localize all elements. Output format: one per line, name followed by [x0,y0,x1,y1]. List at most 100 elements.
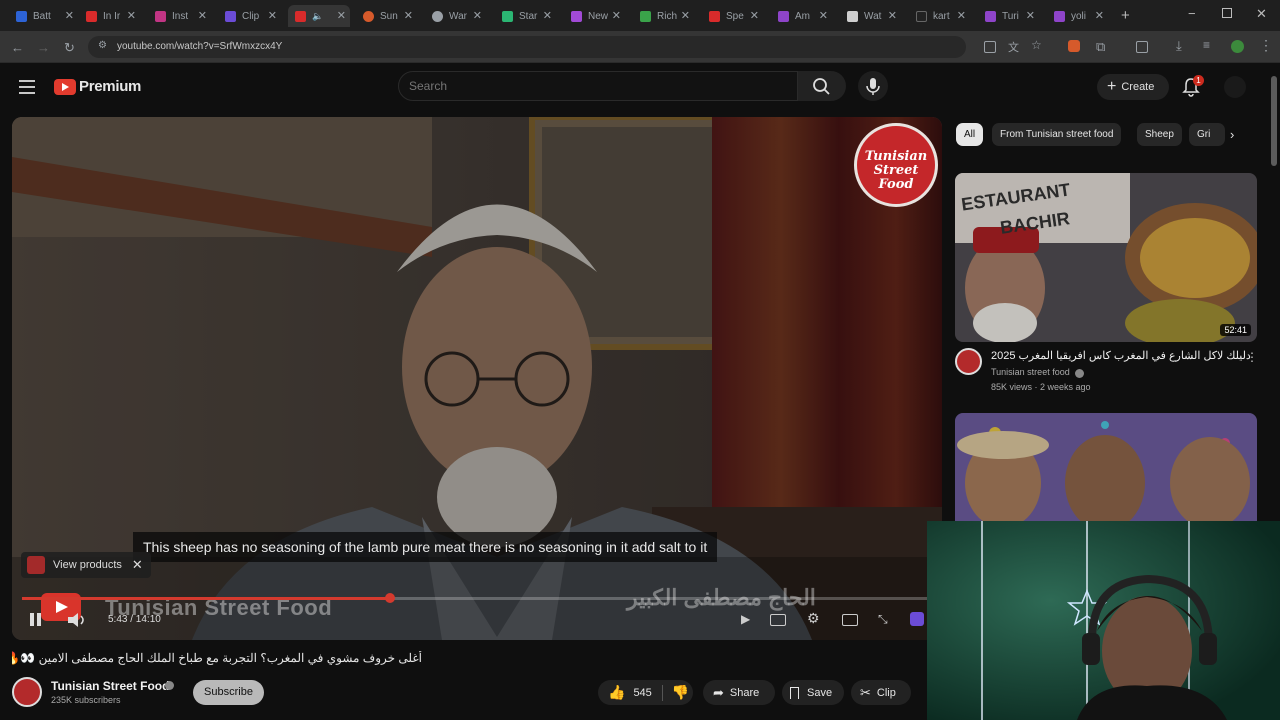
address-bar[interactable]: ⚙ youtube.com/watch?v=SrfWmxzcx4Y 文 ☆ [88,36,1042,58]
tab-close-icon[interactable]: ✕ [819,9,828,22]
search-icon [813,78,830,95]
progress-bar[interactable] [22,593,932,603]
browser-tab-4[interactable]: Clip ✕ [225,5,277,27]
verified-badge-icon [165,681,174,690]
browser-tab-7[interactable]: War ✕ [432,5,482,27]
tab-close-icon[interactable]: ✕ [198,9,207,22]
save-button[interactable]: Save [782,680,844,705]
browser-tab-16[interactable]: yoli ✕ [1054,5,1104,27]
tab-close-icon[interactable]: ✕ [337,9,346,22]
browser-tab-8[interactable]: Star ✕ [502,5,552,27]
browser-tab-2[interactable]: In Ir ✕ [86,5,136,27]
bookmark-star-icon[interactable]: ☆ [1031,38,1042,52]
browser-tab-3[interactable]: Inst ✕ [155,5,207,27]
reload-icon[interactable]: ↻ [64,40,75,56]
new-tab-icon[interactable]: + [1121,7,1130,24]
pause-icon[interactable] [28,612,44,628]
volume-icon[interactable] [66,612,88,628]
tab-close-icon[interactable]: ✕ [543,9,552,22]
dislike-icon[interactable]: 👎 [672,684,689,701]
extension-icon[interactable] [1068,40,1080,52]
tab-close-icon[interactable]: ✕ [612,9,621,22]
download-icon[interactable]: ⤓ [1176,38,1182,54]
view-products-button[interactable]: View products ✕ [21,552,151,578]
media-control-icon[interactable]: ≡ [1203,38,1210,52]
browser-tab-12[interactable]: Am ✕ [778,5,828,27]
clip-button[interactable]: ✂ Clip [851,680,911,705]
chip-grill[interactable]: Gri [1189,123,1225,146]
recommendation-title[interactable]: دليلك لاكل الشارع في المغرب كاس افريقيا … [991,349,1251,362]
autoplay-toggle-icon[interactable]: ▶ [741,612,750,626]
tab-close-icon[interactable]: ✕ [1095,9,1104,22]
chip-from-channel[interactable]: From Tunisian street food [992,123,1122,146]
extensions-puzzle-icon[interactable]: ⧉ [1096,39,1105,55]
tab-close-icon[interactable]: ✕ [268,9,277,22]
recommendation-channel-name[interactable]: Tunisian street food [991,367,1070,377]
sidebar-panel-icon[interactable] [1136,41,1148,53]
extension-overlay-icon[interactable] [910,612,924,626]
video-player[interactable]: Tunisian Street Food This sheep has no s… [12,117,942,640]
recommendation-thumbnail-1[interactable]: ESTAURANT BACHIR 52:41 [955,173,1257,342]
browser-tab-11[interactable]: Spe ✕ [709,5,759,27]
share-button[interactable]: ➦ Share [703,680,775,705]
tab-close-icon[interactable]: ✕ [1026,9,1035,22]
search-input[interactable] [409,79,779,93]
minimize-icon[interactable]: − [1188,6,1196,21]
tab-favicon-icon [709,10,720,22]
tab-close-icon[interactable]: ✕ [957,9,966,22]
create-button[interactable]: + Create [1097,74,1169,100]
voice-search-button[interactable] [858,71,888,101]
browser-tab-13[interactable]: Wat ✕ [847,5,897,27]
back-arrow-icon[interactable]: ← [11,40,24,55]
channel-name[interactable]: Tunisian Street Food [51,679,169,693]
install-app-icon[interactable] [984,41,996,53]
forward-arrow-icon[interactable]: → [37,40,50,55]
translate-icon[interactable]: 文 [1008,39,1019,55]
chip-all[interactable]: All [956,123,984,146]
browser-tab-active[interactable]: 🔈 ✕ [288,5,350,27]
subscribe-button[interactable]: Subscribe [193,680,264,705]
plus-icon: + [1107,78,1117,95]
browser-tab-9[interactable]: New ✕ [571,5,621,27]
channel-avatar[interactable] [12,677,42,707]
close-icon[interactable]: ✕ [132,557,143,573]
hamburger-menu-icon[interactable] [19,80,35,94]
recommendation-thumbnail-2[interactable] [955,413,1257,521]
browser-tab-14[interactable]: kart ✕ [916,5,966,27]
tab-close-icon[interactable]: ✕ [65,9,74,22]
youtube-logo[interactable]: Premium [54,78,141,95]
browser-toolbar: ← → ↻ ⚙ youtube.com/watch?v=SrfWmxzcx4Y … [0,31,1280,63]
browser-tab-15[interactable]: Turi ✕ [985,5,1035,27]
site-info-icon[interactable]: ⚙ [98,40,107,51]
recommendation-channel-avatar[interactable] [955,348,982,375]
window-close-icon[interactable]: ✕ [1256,6,1267,22]
chevron-right-icon[interactable]: › [1230,127,1234,142]
tab-close-icon[interactable]: ✕ [750,9,759,22]
tab-favicon-icon [916,10,927,22]
maximize-icon[interactable] [1222,8,1232,18]
profile-avatar-icon[interactable] [1231,40,1244,53]
tab-close-icon[interactable]: ✕ [888,9,897,22]
tab-close-icon[interactable]: ✕ [473,9,482,22]
browser-tab-10[interactable]: Rich ✕ [640,5,690,27]
url-text: youtube.com/watch?v=SrfWmxzcx4Y [117,41,283,52]
thumbnail-image [955,413,1257,521]
tab-close-icon[interactable]: ✕ [681,9,690,22]
chip-sheep[interactable]: Sheep [1137,123,1182,146]
tab-close-icon[interactable]: ✕ [127,9,136,22]
settings-gear-icon[interactable]: ⚙ [807,610,820,627]
browser-tab-1[interactable]: Batt ✕ [16,5,74,27]
page-scrollbar[interactable] [1271,76,1277,166]
like-icon[interactable]: 👍 [608,684,625,701]
more-options-icon[interactable]: ⋮ [1246,350,1258,364]
scrubber-handle[interactable] [384,593,395,603]
search-box[interactable] [398,71,798,101]
browser-tab-6[interactable]: Sun ✕ [363,5,413,27]
browser-menu-icon[interactable]: ⋮ [1259,37,1273,54]
account-avatar[interactable] [1224,76,1246,98]
subtitles-icon[interactable] [770,614,786,626]
tab-close-icon[interactable]: ✕ [404,9,413,22]
miniplayer-icon[interactable] [842,614,858,626]
theater-mode-icon[interactable]: ⤡ [878,612,888,627]
search-button[interactable] [798,71,846,101]
